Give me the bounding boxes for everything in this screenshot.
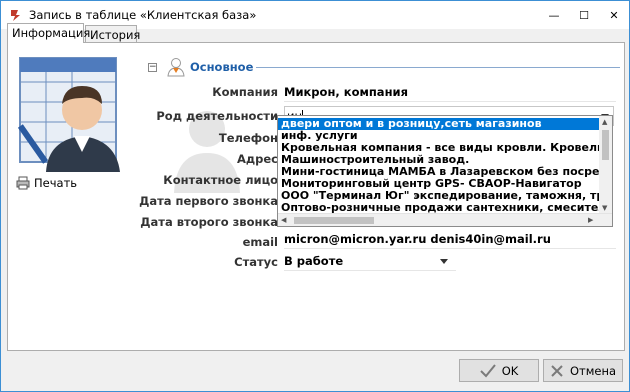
print-link[interactable]: Печать	[16, 176, 77, 190]
dropdown-option[interactable]: ООО "Терминал Юг" экспедирование, таможн…	[278, 190, 600, 202]
contact-label: Контактное лицо	[163, 173, 278, 187]
dropdown-option[interactable]: Мониторинговый центр GPS- СВАОР-Навигато…	[278, 178, 600, 190]
checkmark-icon	[479, 363, 496, 377]
email-value[interactable]: micron@micron.yar.ru denis40in@mail.ru	[284, 229, 616, 249]
printer-icon	[16, 176, 30, 190]
status-label: Статус	[234, 255, 278, 269]
activity-label: Род деятельности	[156, 109, 278, 123]
scroll-right-icon[interactable]: ▶	[588, 216, 593, 224]
vertical-scroll-thumb[interactable]	[602, 130, 609, 160]
minimize-button[interactable]: —	[539, 1, 569, 29]
address-label: Адрес	[236, 152, 278, 166]
section-divider	[256, 67, 620, 68]
first-call-label: Дата первого звонка	[139, 194, 278, 208]
tab-info[interactable]: Информация	[7, 23, 90, 43]
scroll-up-icon[interactable]: ▲	[602, 118, 607, 126]
email-label: email	[242, 235, 278, 249]
activity-dropdown-list: двери оптом и в розницу,сеть магазинов и…	[277, 115, 613, 227]
scroll-left-icon[interactable]: ◀	[281, 216, 286, 224]
window-title: Запись в таблице «Клиентская база»	[29, 8, 257, 22]
user-icon	[167, 58, 185, 77]
dropdown-horizontal-scrollbar[interactable]: ◀ ▶	[278, 213, 612, 226]
app-icon	[11, 10, 20, 21]
cancel-x-icon	[551, 364, 563, 377]
close-icon: ✕	[609, 8, 619, 22]
chevron-down-icon[interactable]	[440, 259, 448, 264]
horizontal-scroll-thumb[interactable]	[294, 217, 374, 224]
section-header: − Основное	[144, 58, 620, 77]
phone-label: Телефон	[218, 131, 278, 145]
close-button[interactable]: ✕	[599, 1, 629, 29]
second-call-label: Дата второго звонка	[140, 215, 278, 229]
collapse-toggle[interactable]: −	[148, 63, 157, 72]
status-select[interactable]: В работе	[284, 251, 456, 271]
status-value: В работе	[284, 254, 344, 268]
minimize-icon: —	[548, 8, 560, 22]
section-title: Основное	[190, 60, 254, 74]
dropdown-option[interactable]: Мини-гостиница МАМБА в Лазаревском без п…	[278, 166, 600, 178]
company-value[interactable]: Микрон, компания	[284, 82, 616, 102]
cancel-button[interactable]: Отмена	[543, 359, 623, 382]
dropdown-vertical-scrollbar[interactable]: ▲ ▼	[599, 116, 612, 214]
dialog-window: Запись в таблице «Клиентская база» — ☐ ✕…	[0, 0, 630, 392]
maximize-button[interactable]: ☐	[569, 1, 599, 29]
user-card-icon	[17, 57, 120, 172]
company-label: Компания	[212, 85, 278, 99]
dropdown-option[interactable]: Кровельная компания - все виды кровли. К…	[278, 142, 600, 154]
scroll-down-icon[interactable]: ▼	[602, 204, 607, 212]
ok-label: OK	[501, 363, 519, 378]
dropdown-option[interactable]: двери оптом и в розницу,сеть магазинов	[278, 118, 600, 130]
maximize-icon: ☐	[579, 8, 589, 22]
cancel-label: Отмена	[569, 363, 617, 378]
dropdown-option[interactable]: инф. услуги	[278, 130, 600, 142]
ok-button[interactable]: OK	[459, 359, 539, 382]
tab-history[interactable]: История	[85, 25, 140, 43]
dropdown-option[interactable]: Машиностроительный завод.	[278, 154, 600, 166]
print-label: Печать	[34, 176, 78, 190]
